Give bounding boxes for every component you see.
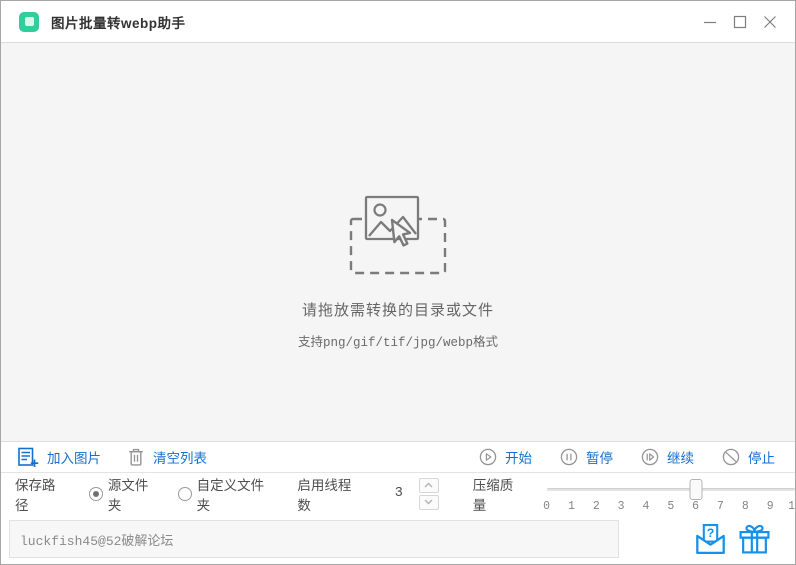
minimize-button[interactable]	[695, 8, 725, 36]
threads-spinner	[419, 478, 439, 510]
gift-icon	[738, 523, 771, 556]
minimize-icon	[696, 8, 724, 36]
toolbar-right-group: 开始 暂停 继续	[479, 447, 779, 467]
quality-tick: 0	[543, 500, 550, 513]
quality-tick: 9	[767, 500, 774, 513]
toolbar-left-group: 加入图片 清空列表	[17, 446, 207, 468]
add-images-label: 加入图片	[47, 447, 101, 467]
dropzone-image-icon	[342, 193, 454, 277]
stop-button[interactable]: 停止	[722, 447, 775, 467]
app-logo-icon	[19, 12, 39, 32]
pause-icon	[560, 448, 578, 466]
start-label: 开始	[505, 447, 532, 467]
window-controls	[695, 8, 795, 36]
pause-label: 暂停	[586, 447, 613, 467]
radio-source-circle	[89, 487, 103, 501]
start-button[interactable]: 开始	[479, 447, 532, 467]
quality-tick: 5	[667, 500, 674, 513]
stop-icon	[722, 448, 740, 466]
titlebar: 图片批量转webp助手	[1, 1, 795, 43]
close-icon	[756, 8, 784, 36]
gift-button[interactable]	[738, 523, 771, 556]
radio-source-folder[interactable]: 源文件夹	[89, 474, 162, 514]
radio-custom-folder[interactable]: 自定义文件夹	[178, 474, 278, 514]
quality-tick: 8	[742, 500, 749, 513]
quality-tick: 7	[717, 500, 724, 513]
resume-icon	[641, 448, 659, 466]
window-title: 图片批量转webp助手	[51, 12, 186, 32]
dropzone[interactable]: 请拖放需转换的目录或文件 支持png/gif/tif/jpg/webp格式	[1, 43, 795, 441]
radio-custom-circle	[178, 487, 192, 501]
dropzone-formats: 支持png/gif/tif/jpg/webp格式	[298, 331, 498, 350]
quality-slider-handle[interactable]	[689, 479, 702, 500]
dropzone-prompt: 请拖放需转换的目录或文件	[302, 299, 494, 320]
spinner-down-button[interactable]	[419, 495, 439, 510]
resume-button[interactable]: 继续	[641, 447, 694, 467]
threads-value: 3	[389, 486, 409, 501]
pause-button[interactable]: 暂停	[560, 447, 613, 467]
help-button[interactable]: ?	[695, 523, 726, 556]
chevron-down-icon	[424, 499, 433, 505]
clear-list-label: 清空列表	[153, 447, 207, 467]
clear-list-button[interactable]: 清空列表	[127, 447, 207, 467]
quality-tick: 1	[568, 500, 575, 513]
app-window: 图片批量转webp助手 请拖放需转换的目录或文件 支持png/gif/tif/j…	[0, 0, 796, 565]
threads-label: 启用线程数	[297, 474, 364, 514]
settings-bar: 保存路径 源文件夹 自定义文件夹 启用线程数 3 压缩质量 0 1 2 3 4	[1, 473, 795, 514]
quality-tick-labels: 012345678910	[547, 500, 795, 514]
chevron-up-icon	[424, 482, 433, 488]
toolbar: 加入图片 清空列表	[1, 441, 795, 473]
play-icon	[479, 448, 497, 466]
quality-slider: 012345678910	[547, 473, 795, 514]
quality-tick: 4	[643, 500, 650, 513]
quality-tick: 10	[788, 500, 796, 513]
resume-label: 继续	[667, 447, 694, 467]
save-path-radio-group: 源文件夹 自定义文件夹	[89, 474, 278, 514]
footer-icons: ?	[695, 523, 771, 556]
quality-tick: 3	[618, 500, 625, 513]
stop-label: 停止	[748, 447, 775, 467]
svg-text:?: ?	[707, 525, 715, 539]
save-path-label: 保存路径	[15, 474, 69, 514]
quality-slider-track[interactable]	[547, 488, 795, 491]
maximize-button[interactable]	[725, 8, 755, 36]
close-button[interactable]	[755, 8, 785, 36]
custom-folder-label: 自定义文件夹	[197, 474, 278, 514]
footer-bar: ?	[1, 514, 795, 564]
signature-box[interactable]	[9, 520, 619, 558]
spinner-up-button[interactable]	[419, 478, 439, 493]
quality-tick: 6	[692, 500, 699, 513]
add-images-button[interactable]: 加入图片	[17, 446, 101, 468]
trash-icon	[127, 447, 145, 467]
quality-tick: 2	[593, 500, 600, 513]
quality-label: 压缩质量	[473, 474, 527, 514]
add-images-icon	[17, 446, 39, 468]
maximize-icon	[726, 8, 754, 36]
source-folder-label: 源文件夹	[108, 474, 162, 514]
help-message-icon: ?	[695, 523, 726, 556]
